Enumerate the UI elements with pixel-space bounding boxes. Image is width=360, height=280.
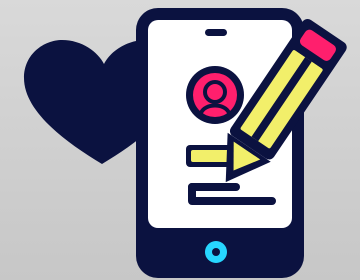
- user-profile-icon: [186, 66, 244, 124]
- home-button-icon: [205, 241, 227, 263]
- illustration-svg: [24, 8, 347, 278]
- illustration: [0, 0, 360, 280]
- speaker-slot: [205, 29, 227, 36]
